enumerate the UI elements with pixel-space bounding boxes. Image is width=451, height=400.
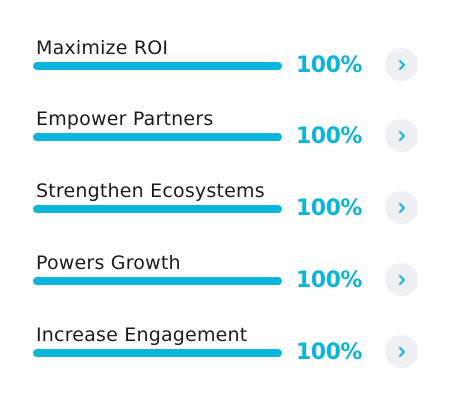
progress-label: Strengthen Ecosystems: [36, 180, 265, 202]
progress-percent: 100%: [296, 124, 362, 149]
progress-bar-fill: [33, 349, 282, 357]
expand-button[interactable]: [385, 119, 418, 152]
chevron-right-icon: [398, 274, 405, 285]
progress-label: Maximize ROI: [36, 37, 169, 59]
progress-bar: [33, 62, 282, 70]
expand-button[interactable]: [385, 335, 418, 368]
progress-bar: [33, 133, 282, 141]
progress-percent: 100%: [296, 340, 362, 365]
progress-percent: 100%: [296, 196, 362, 221]
chevron-right-icon: [398, 130, 405, 141]
chevron-right-icon: [398, 202, 405, 213]
progress-label: Empower Partners: [36, 108, 214, 130]
progress-row-maximize-roi: Maximize ROI 100%: [0, 37, 451, 109]
progress-percent: 100%: [296, 53, 362, 78]
progress-percent: 100%: [296, 268, 362, 293]
progress-bar-fill: [33, 205, 282, 213]
progress-row-increase-engagement: Increase Engagement 100%: [0, 324, 451, 396]
progress-bar-fill: [33, 133, 282, 141]
progress-label: Powers Growth: [36, 252, 181, 274]
progress-bar: [33, 349, 282, 357]
progress-bar-fill: [33, 62, 282, 70]
expand-button[interactable]: [385, 48, 418, 81]
progress-row-powers-growth: Powers Growth 100%: [0, 252, 451, 324]
chevron-right-icon: [398, 346, 405, 357]
progress-bar-fill: [33, 277, 282, 285]
progress-bar: [33, 205, 282, 213]
expand-button[interactable]: [385, 191, 418, 224]
expand-button[interactable]: [385, 263, 418, 296]
progress-label: Increase Engagement: [36, 324, 248, 346]
chevron-right-icon: [398, 59, 405, 70]
progress-row-empower-partners: Empower Partners 100%: [0, 108, 451, 180]
progress-row-strengthen-ecosystems: Strengthen Ecosystems 100%: [0, 180, 451, 252]
progress-bar: [33, 277, 282, 285]
